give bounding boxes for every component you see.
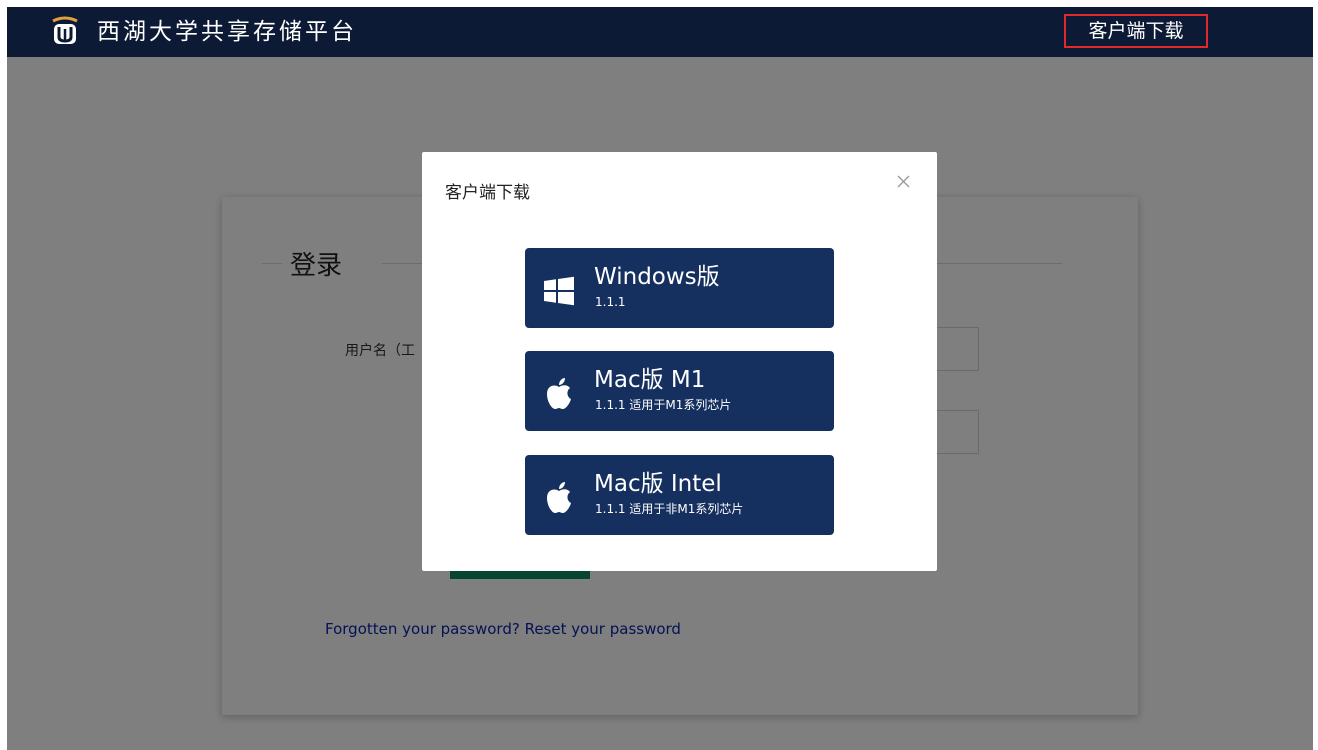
download-name: Mac版 M1 <box>594 367 706 393</box>
brand-title[interactable]: 西湖大学共享存储平台 <box>97 18 357 46</box>
download-version: 1.1.1 适用于非M1系列芯片 <box>595 502 744 516</box>
modal-title: 客户端下载 <box>445 183 530 203</box>
browser-viewport: 西湖大学共享存储平台 客户端下载 登录 用户名（工 Forgotten your… <box>7 7 1313 750</box>
mac-m1-download-button[interactable]: Mac版 M1 1.1.1 适用于M1系列芯片 <box>525 351 834 431</box>
apple-icon <box>547 482 571 513</box>
mac-intel-download-button[interactable]: Mac版 Intel 1.1.1 适用于非M1系列芯片 <box>525 455 834 535</box>
download-name: Mac版 Intel <box>594 471 722 497</box>
client-download-link[interactable]: 客户端下载 <box>1064 14 1208 48</box>
download-name: Windows版 <box>594 264 720 290</box>
client-download-modal: 客户端下载 Windows版 1.1.1 Mac版 M1 1.1.1 适用于M1… <box>422 152 937 571</box>
university-logo-icon[interactable] <box>49 15 81 47</box>
top-navbar: 西湖大学共享存储平台 客户端下载 <box>7 7 1313 57</box>
download-version: 1.1.1 适用于M1系列芯片 <box>595 398 732 412</box>
windows-icon <box>544 276 574 306</box>
windows-download-button[interactable]: Windows版 1.1.1 <box>525 248 834 328</box>
download-version: 1.1.1 <box>595 295 626 309</box>
apple-icon <box>547 378 571 409</box>
close-icon[interactable] <box>892 170 916 194</box>
